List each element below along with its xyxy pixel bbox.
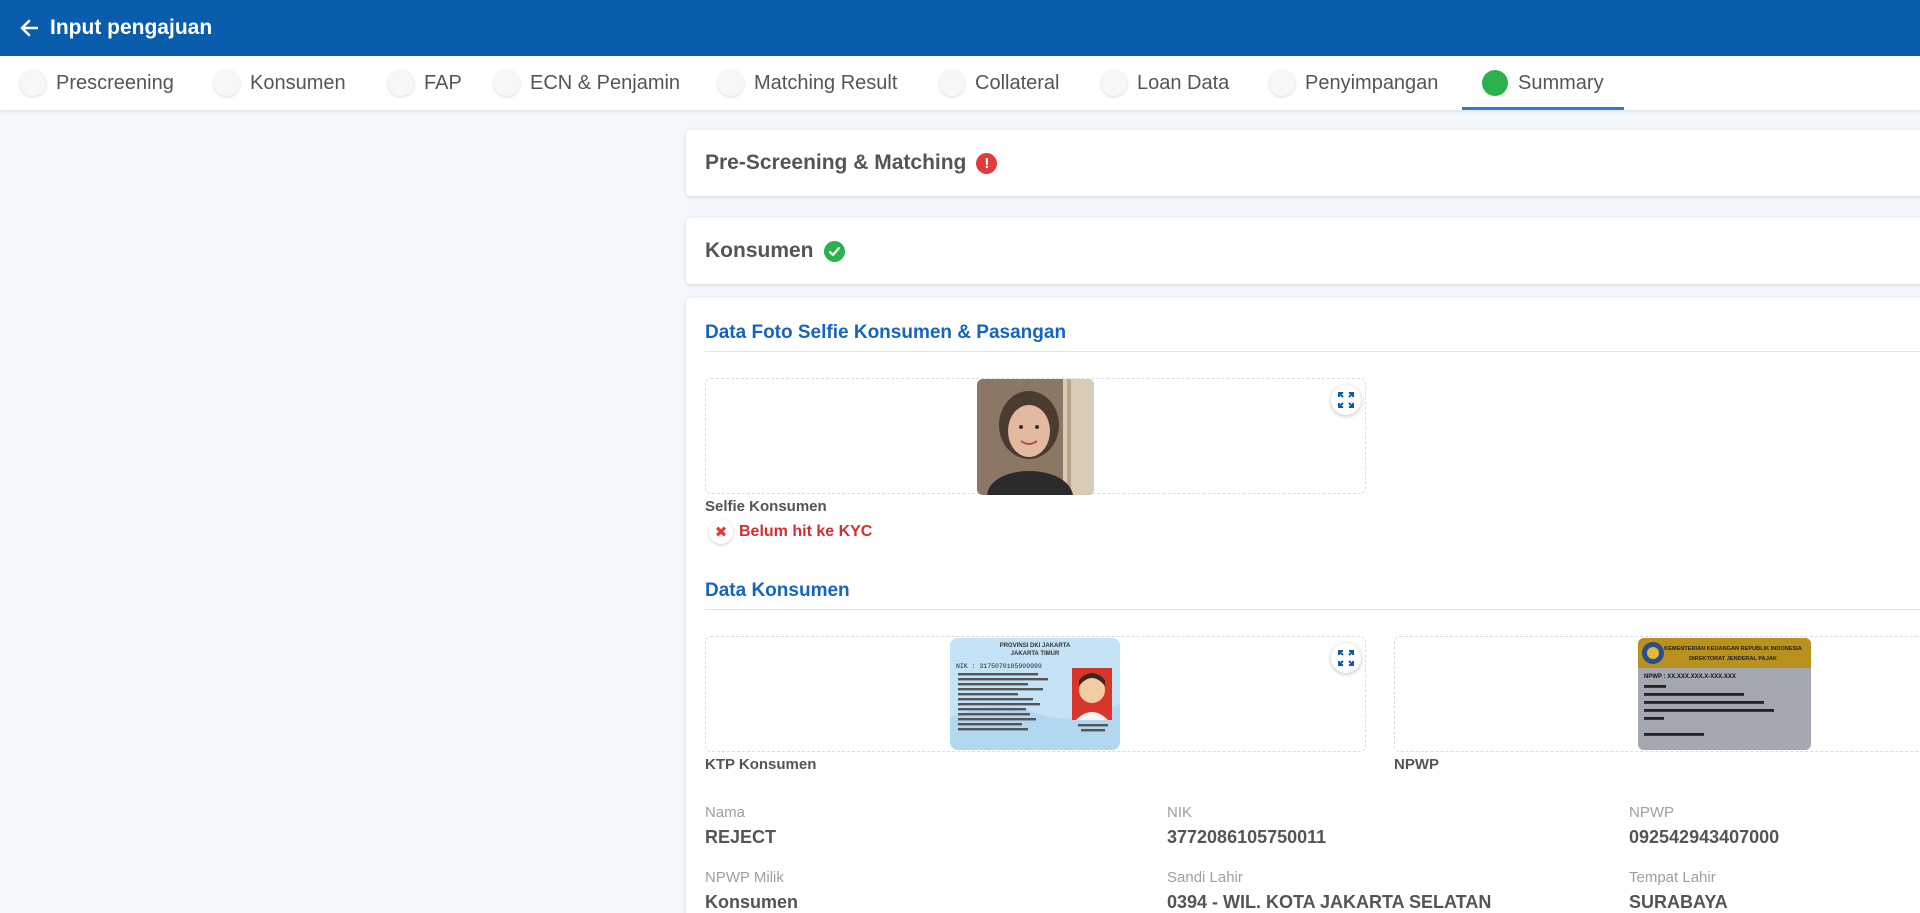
npwp-card-line1: KEMENTERIAN KEUANGAN REPUBLIK INDONESIA [1664,646,1802,652]
top-app-bar: Input pengajuan [0,0,1920,56]
tab-fap[interactable]: FAP [388,56,462,110]
field-label: Sandi Lahir [1167,869,1243,886]
tab-label: FAP [424,71,462,94]
tab-label: Collateral [975,71,1060,94]
prescreening-card[interactable]: Pre-Screening & Matching ! [686,130,1920,196]
selfie-photo-box[interactable] [705,378,1366,495]
divider [705,609,1920,610]
step-status-icon [20,70,46,96]
selfie-section-title: Data Foto Selfie Konsumen & Pasangan [705,322,1067,343]
tab-label: Loan Data [1137,71,1230,94]
tab-matching-result[interactable]: Matching Result [718,56,897,110]
tab-label: Penyimpangan [1305,71,1439,94]
npwp-photo-box[interactable]: KEMENTERIAN KEUANGAN REPUBLIK INDONESIA … [1394,636,1920,752]
step-status-icon [214,70,240,96]
field-value: SURABAYA [1629,892,1728,912]
field-tempat-lahir: Tempat Lahir SURABAYA [1629,869,1728,913]
field-sandi-lahir: Sandi Lahir 0394 - WIL. KOTA JAKARTA SEL… [1167,869,1491,913]
expand-icon[interactable] [1331,385,1361,415]
step-complete-icon [1482,70,1508,96]
ktp-province: PROVINSI DKI JAKARTA [1000,643,1071,649]
field-label: NPWP Milik [705,869,784,886]
tab-summary[interactable]: Summary [1462,56,1624,110]
ktp-photo-box[interactable]: PROVINSI DKI JAKARTA JAKARTA TIMUR NIK :… [705,636,1366,752]
npwp-card-number: NPWP : XX.XXX.XXX.X-XXX.XXX [1644,674,1736,680]
step-status-icon [939,70,965,96]
check-circle-icon [823,240,845,262]
field-label: Nama [705,804,746,821]
selfie-label: Selfie Konsumen [705,498,827,515]
kyc-status-text: Belum hit ke KYC [739,523,873,540]
tab-prescreening[interactable]: Prescreening [20,56,174,110]
step-status-icon [1101,70,1127,96]
tab-label: Matching Result [754,71,898,94]
step-status-icon [718,70,744,96]
page-title: Input pengajuan [50,16,213,39]
npwp-card-line2: DIREKTORAT JENDERAL PAJAK [1689,656,1777,662]
close-icon: ✖ [709,520,733,544]
field-value: 092542943407000 [1629,827,1780,847]
tab-penyimpangan[interactable]: Penyimpangan [1269,56,1438,110]
konsumen-card[interactable]: Konsumen [686,218,1920,284]
field-label: Tempat Lahir [1629,869,1716,886]
tab-label: Konsumen [250,71,346,94]
step-status-icon [494,70,520,96]
tab-loan-data[interactable]: Loan Data [1101,56,1229,110]
active-tab-indicator [1462,107,1624,110]
error-icon: ! [976,152,998,174]
field-value: REJECT [705,827,777,847]
step-status-icon [388,70,414,96]
field-npwp: NPWP 092542943407000 [1629,804,1779,848]
field-value: 3772086105750011 [1167,827,1327,847]
tab-ecn-penjamin[interactable]: ECN & Penjamin [494,56,680,110]
step-tabs: Prescreening Konsumen FAP ECN & Penjamin… [0,56,1920,110]
back-arrow-icon[interactable] [18,17,40,39]
npwp-image[interactable]: KEMENTERIAN KEUANGAN REPUBLIK INDONESIA … [1638,638,1811,750]
data-konsumen-title: Data Konsumen [705,580,850,601]
selfie-image[interactable] [977,379,1094,495]
tab-collateral[interactable]: Collateral [939,56,1059,110]
card-title: Konsumen [705,239,814,262]
card-title: Pre-Screening & Matching [705,151,967,174]
field-label: NIK [1167,804,1193,821]
field-value: 0394 - WIL. KOTA JAKARTA SELATAN [1167,892,1492,912]
field-label: NPWP [1629,804,1674,821]
ktp-nik: NIK : 3175070105909999 [956,663,1042,670]
tab-label: ECN & Penjamin [530,71,681,94]
kyc-status: ✖ Belum hit ke KYC [709,520,872,544]
npwp-label: NPWP [1394,756,1439,773]
tab-konsumen[interactable]: Konsumen [214,56,346,110]
ktp-image[interactable]: PROVINSI DKI JAKARTA JAKARTA TIMUR NIK :… [950,638,1120,750]
ktp-city: JAKARTA TIMUR [1011,651,1060,657]
divider [705,351,1920,352]
field-nik: NIK 3772086105750011 [1167,804,1326,848]
step-status-icon [1269,70,1295,96]
field-nama: Nama REJECT [705,804,776,848]
field-npwp-milik: NPWP Milik Konsumen [705,869,798,913]
ktp-label: KTP Konsumen [705,756,817,773]
tab-label: Prescreening [56,71,174,94]
expand-icon[interactable] [1331,643,1361,673]
field-value: Konsumen [705,892,799,912]
tab-label: Summary [1518,71,1604,94]
konsumen-detail-card: Data Foto Selfie Konsumen & Pasangan Sel… [686,298,1920,913]
